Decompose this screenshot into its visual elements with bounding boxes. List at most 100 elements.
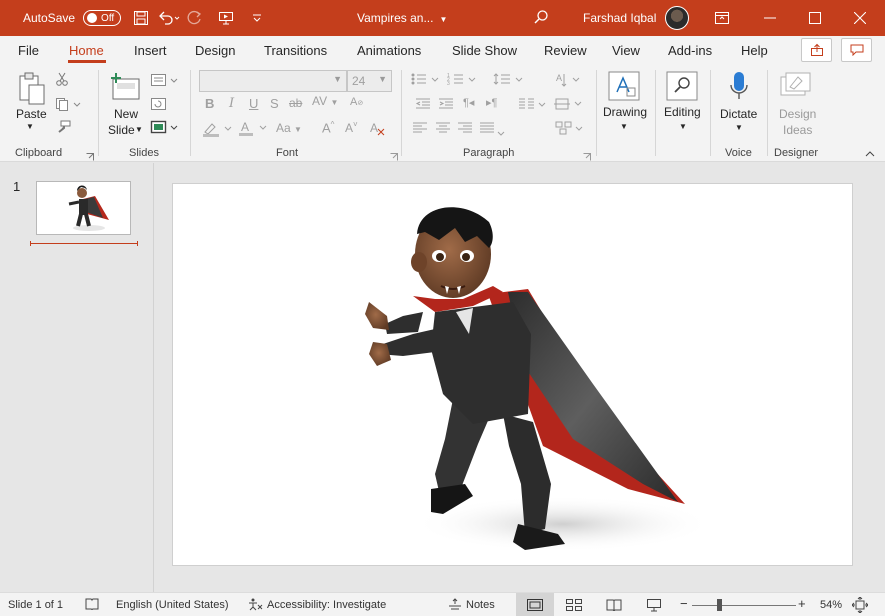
columns-icon[interactable] xyxy=(518,97,548,114)
format-painter-icon[interactable] xyxy=(55,120,71,137)
strikethrough-icon[interactable]: ab xyxy=(289,96,302,110)
align-text-icon[interactable] xyxy=(553,96,583,115)
comments-button[interactable] xyxy=(841,38,872,62)
zoom-slider-track[interactable] xyxy=(692,605,796,606)
new-slide-label-2[interactable]: Slide xyxy=(108,123,135,137)
fit-to-window-icon[interactable] xyxy=(851,596,869,616)
increase-indent-icon[interactable] xyxy=(438,97,456,114)
line-spacing-icon[interactable] xyxy=(493,72,525,89)
layout-icon[interactable] xyxy=(150,73,178,90)
decrease-font-size-icon[interactable]: A˅ xyxy=(345,120,358,135)
tab-home[interactable]: Home xyxy=(69,43,104,58)
chevron-down-icon[interactable]: ▼ xyxy=(620,122,628,131)
notes-button[interactable]: Notes xyxy=(466,599,495,611)
align-right-icon[interactable] xyxy=(457,121,473,138)
tab-insert[interactable]: Insert xyxy=(134,43,167,58)
slide-count[interactable]: Slide 1 of 1 xyxy=(8,599,63,611)
slide-canvas[interactable] xyxy=(172,183,853,566)
zoom-in-icon[interactable]: + xyxy=(798,596,806,611)
zoom-slider-handle[interactable] xyxy=(717,599,722,611)
slide-thumbnail[interactable] xyxy=(36,181,131,235)
accessibility-icon[interactable] xyxy=(247,597,263,614)
save-icon[interactable] xyxy=(130,7,152,29)
section-icon[interactable] xyxy=(150,120,178,137)
search-icon[interactable] xyxy=(533,9,549,28)
smartart-icon[interactable] xyxy=(555,121,585,138)
drawing-shapes-icon[interactable] xyxy=(608,71,640,104)
autosave-toggle[interactable]: Off xyxy=(83,10,122,26)
notes-icon[interactable] xyxy=(448,597,462,614)
new-slide-icon[interactable] xyxy=(110,72,142,105)
reset-icon[interactable] xyxy=(150,97,166,114)
ribbon-display-options-icon[interactable] xyxy=(700,0,744,36)
zoom-out-icon[interactable]: − xyxy=(680,596,688,611)
tab-file[interactable]: File xyxy=(18,43,39,58)
normal-view-icon[interactable] xyxy=(516,593,554,616)
vampire-character-image[interactable] xyxy=(173,184,852,565)
drawing-label[interactable]: Drawing xyxy=(603,105,647,119)
design-ideas-icon[interactable] xyxy=(780,71,812,104)
align-left-icon[interactable] xyxy=(412,121,428,138)
microphone-icon[interactable] xyxy=(729,71,749,106)
character-spacing-icon[interactable]: AV ▼ xyxy=(312,94,338,108)
chevron-down-icon[interactable]: ▼ xyxy=(135,125,143,134)
maximize-icon[interactable] xyxy=(793,0,837,36)
accessibility-status[interactable]: Accessibility: Investigate xyxy=(267,599,386,611)
chevron-down-icon[interactable] xyxy=(497,126,505,140)
underline-icon[interactable]: U xyxy=(249,96,258,111)
new-slide-label-1[interactable]: New xyxy=(114,107,138,121)
tab-transitions[interactable]: Transitions xyxy=(264,43,327,58)
increase-font-size-icon[interactable]: A^ xyxy=(322,120,334,135)
zoom-level[interactable]: 54% xyxy=(820,599,842,611)
clear-formatting-icon[interactable]: A xyxy=(369,120,385,139)
bullets-icon[interactable] xyxy=(410,72,442,89)
chevron-down-icon[interactable]: ▼ xyxy=(735,123,743,132)
paste-icon[interactable] xyxy=(17,72,47,109)
align-center-icon[interactable] xyxy=(435,121,451,138)
tab-design[interactable]: Design xyxy=(195,43,235,58)
undo-icon[interactable] xyxy=(158,7,180,29)
find-icon[interactable] xyxy=(666,71,698,104)
collapse-ribbon-icon[interactable] xyxy=(865,149,875,160)
dialog-launcher-icon[interactable] xyxy=(390,150,398,164)
font-name-combo[interactable]: ▼ xyxy=(199,70,347,92)
italic-icon[interactable]: I xyxy=(229,96,234,111)
bold-icon[interactable]: B xyxy=(205,96,214,111)
redo-icon[interactable] xyxy=(184,7,206,29)
cut-icon[interactable] xyxy=(55,72,69,89)
paste-label[interactable]: Paste xyxy=(16,107,47,121)
ltr-icon[interactable]: ▸¶ xyxy=(486,96,497,109)
slide-sorter-icon[interactable] xyxy=(555,593,593,616)
minimize-icon[interactable] xyxy=(748,0,792,36)
highlight-icon[interactable] xyxy=(202,121,234,140)
user-name[interactable]: Farshad Iqbal xyxy=(583,11,656,25)
language-indicator[interactable]: English (United States) xyxy=(116,599,229,611)
text-direction-icon[interactable]: A xyxy=(555,72,583,91)
numbering-icon[interactable]: 123 xyxy=(447,72,479,89)
document-title[interactable]: Vampires an... ▼ xyxy=(357,11,447,25)
copy-icon[interactable] xyxy=(55,97,81,114)
decrease-indent-icon[interactable] xyxy=(415,97,433,114)
spelling-icon[interactable] xyxy=(84,597,100,614)
close-icon[interactable] xyxy=(838,0,882,36)
design-ideas-label-1[interactable]: Design xyxy=(779,107,816,121)
dictate-label[interactable]: Dictate xyxy=(720,107,757,121)
avatar[interactable] xyxy=(665,6,689,30)
font-size-combo[interactable]: 24 ▼ xyxy=(347,70,392,92)
chevron-down-icon[interactable]: ▼ xyxy=(679,122,687,131)
text-shadow-icon[interactable]: S xyxy=(270,96,279,111)
tab-slide-show[interactable]: Slide Show xyxy=(452,43,517,58)
slide-show-icon[interactable] xyxy=(635,593,673,616)
tab-add-ins[interactable]: Add-ins xyxy=(668,43,712,58)
share-button[interactable] xyxy=(801,38,832,62)
reading-view-icon[interactable] xyxy=(595,593,633,616)
tab-animations[interactable]: Animations xyxy=(357,43,421,58)
design-ideas-label-2[interactable]: Ideas xyxy=(783,123,812,137)
editing-label[interactable]: Editing xyxy=(664,105,701,119)
rtl-icon[interactable]: ¶◂ xyxy=(463,96,474,109)
chevron-down-icon[interactable]: ▼ xyxy=(26,122,34,131)
present-from-beginning-icon[interactable] xyxy=(215,7,237,29)
customize-qat-icon[interactable] xyxy=(246,7,268,29)
change-case-icon[interactable]: Aa ▼ xyxy=(276,121,302,135)
dialog-launcher-icon[interactable] xyxy=(86,150,94,164)
